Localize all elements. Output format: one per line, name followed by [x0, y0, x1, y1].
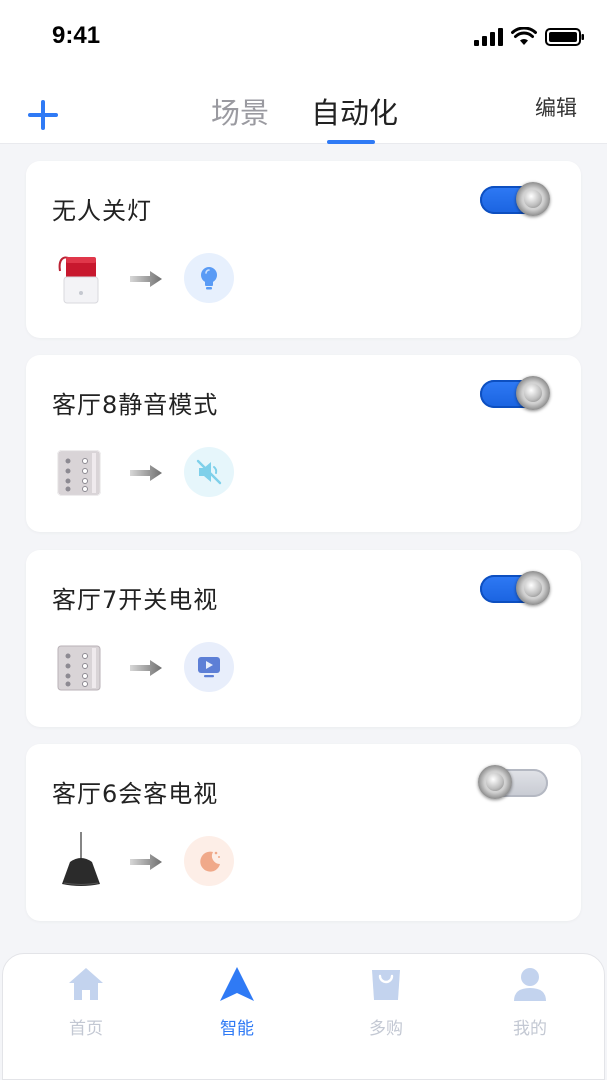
arrow-right-icon	[130, 271, 162, 287]
automation-card[interactable]: 客厅7开关电视	[26, 550, 581, 727]
tabbar-label: 我的	[513, 1019, 547, 1039]
tabbar-label: 多购	[369, 1019, 403, 1039]
header: 场景 自动化 编辑	[0, 70, 607, 144]
signal-icon	[474, 28, 503, 46]
active-tab-indicator	[327, 140, 375, 144]
automation-toggle[interactable]	[478, 765, 550, 799]
add-button[interactable]	[26, 98, 60, 132]
automation-title: 客厅7开关电视	[52, 586, 219, 614]
automation-card[interactable]: 无人关灯	[26, 161, 581, 338]
wifi-icon	[511, 27, 537, 45]
status-time: 9:41	[52, 22, 101, 49]
status-bar: 9:41	[0, 0, 607, 70]
tabbar-item-me[interactable]: 我的	[485, 964, 575, 1044]
arrow-right-icon	[130, 465, 162, 481]
light-bulb-icon	[184, 253, 234, 303]
automation-toggle[interactable]	[478, 182, 550, 216]
automation-card[interactable]: 客厅8静音模式	[26, 355, 581, 532]
pendant-lamp-icon	[62, 832, 100, 886]
tab-automation[interactable]: 自动化	[311, 90, 398, 132]
automation-toggle[interactable]	[478, 571, 550, 605]
status-icons	[474, 27, 585, 47]
tv-icon	[184, 642, 234, 692]
tabbar-label: 智能	[220, 1019, 254, 1039]
navigation-arrow-icon	[220, 967, 254, 1001]
wall-switch-panel-icon	[57, 645, 101, 691]
mute-icon	[184, 447, 234, 497]
automation-title: 客厅6会客电视	[52, 780, 219, 808]
tabbar-item-home[interactable]: 首页	[41, 964, 131, 1044]
wall-switch-panel-icon	[57, 450, 101, 496]
tabbar-item-shop[interactable]: 多购	[341, 964, 431, 1044]
user-icon	[514, 968, 546, 1001]
bottom-tab-bar: 首页 智能 多购 我的	[2, 953, 605, 1080]
tabbar-label: 首页	[69, 1019, 103, 1039]
tabbar-item-smart[interactable]: 智能	[192, 964, 282, 1044]
arrow-right-icon	[130, 660, 162, 676]
moon-icon	[184, 836, 234, 886]
arrow-right-icon	[130, 854, 162, 870]
automation-title: 无人关灯	[52, 197, 152, 225]
tab-scene[interactable]: 场景	[211, 90, 269, 132]
automation-toggle[interactable]	[478, 376, 550, 410]
home-icon	[69, 968, 103, 1000]
alarm-siren-icon	[58, 256, 99, 304]
automation-title: 客厅8静音模式	[52, 391, 219, 419]
battery-icon	[545, 28, 584, 46]
edit-button[interactable]: 编辑	[535, 92, 577, 122]
automation-card[interactable]: 客厅6会客电视	[26, 744, 581, 921]
shopping-bag-icon	[372, 970, 400, 1000]
